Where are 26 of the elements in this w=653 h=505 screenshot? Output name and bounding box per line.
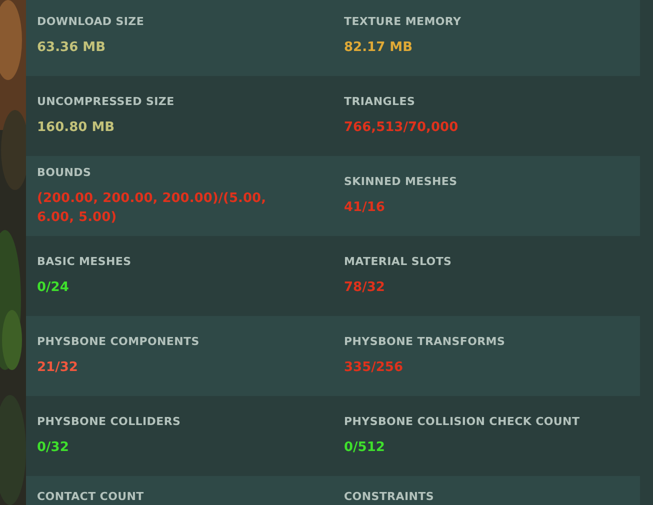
stat-value: 766,513/70,000 [344, 119, 460, 137]
stat-label: SKINNED MESHES [344, 175, 458, 189]
stat-label: CONSTRAINTS [344, 490, 435, 504]
stat-label: PHYSBONE COLLIDERS [37, 415, 182, 429]
stat-value: (200.00, 200.00, 200.00)/(5.00, 6.00, 5.00) [37, 190, 268, 226]
stat-label: UNCOMPRESSED SIZE [37, 95, 176, 109]
stat-value: 78/32 [344, 279, 386, 297]
stat-label: CONTACT COUNT [37, 490, 145, 504]
stat-value: 0/32 [37, 439, 70, 457]
stat-label: PHYSBONE COMPONENTS [37, 335, 200, 349]
stat-value: 0/24 [37, 279, 70, 297]
stat-label: BOUNDS [37, 166, 92, 180]
stat-label: TRIANGLES [344, 95, 416, 109]
stat-value: 63.36 MB [37, 39, 106, 57]
stat-label: PHYSBONE TRANSFORMS [344, 335, 506, 349]
stat-label: BASIC MESHES [37, 255, 132, 269]
stat-value: 82.17 MB [344, 39, 414, 57]
stat-value: 41/16 [344, 199, 386, 217]
stat-label: TEXTURE MEMORY [344, 15, 462, 29]
stat-value: 21/32 [37, 359, 79, 377]
stat-value: 335/256 [344, 359, 404, 377]
stat-label: DOWNLOAD SIZE [37, 15, 146, 29]
stat-label: PHYSBONE COLLISION CHECK COUNT [344, 415, 581, 429]
stat-value: 160.80 MB [37, 119, 116, 137]
stat-label: MATERIAL SLOTS [344, 255, 453, 269]
stat-value: 0/512 [344, 439, 386, 457]
